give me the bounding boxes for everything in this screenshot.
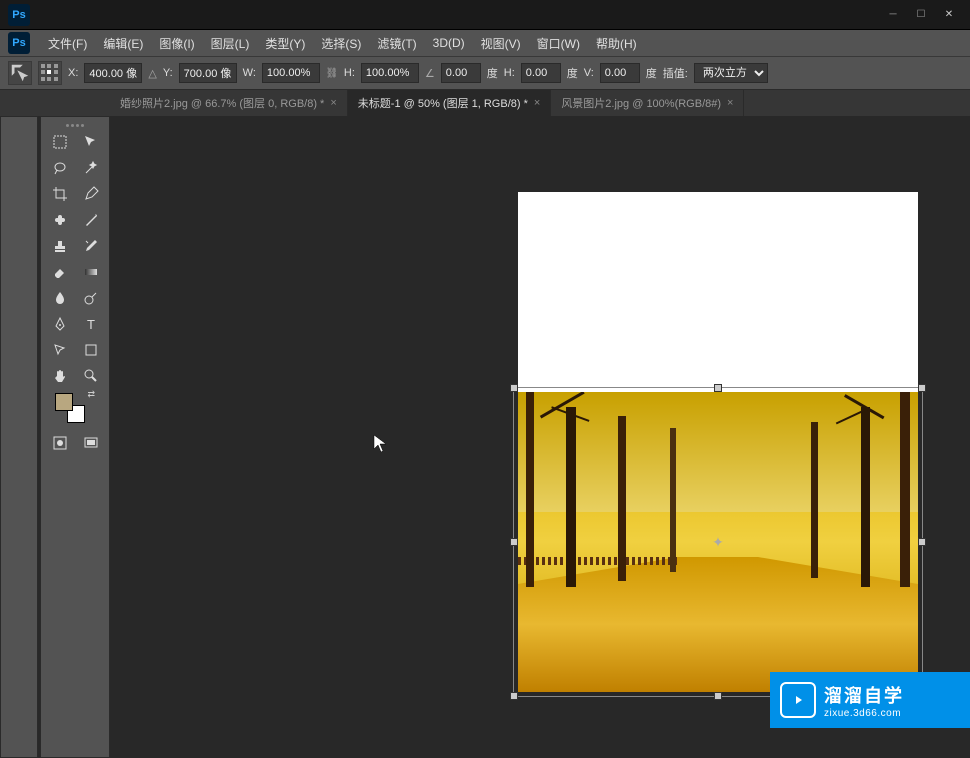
menu-3d[interactable]: 3D(D) — [425, 32, 473, 54]
menu-window[interactable]: 窗口(W) — [529, 31, 588, 56]
eraser-tool[interactable] — [45, 260, 74, 284]
stamp-tool[interactable] — [45, 234, 74, 258]
wand-tool[interactable] — [76, 156, 105, 180]
swap-colors-icon[interactable]: ⇄ — [87, 389, 95, 400]
foreground-swatch[interactable] — [55, 393, 73, 411]
h2-input[interactable] — [521, 63, 561, 83]
tab-label: 未标题-1 @ 50% (图层 1, RGB/8) * — [358, 95, 528, 111]
y-input[interactable] — [179, 63, 237, 83]
handle-bot-left[interactable] — [510, 692, 518, 700]
y-label: Y: — [163, 67, 173, 79]
tab-doc1[interactable]: 婚纱照片2.jpg @ 66.7% (图层 0, RGB/8) * × — [110, 90, 348, 116]
watermark: 溜溜自学 zixue.3d66.com — [770, 672, 970, 728]
gradient-tool[interactable] — [76, 260, 105, 284]
angle-unit: 度 — [487, 65, 498, 81]
interp-select[interactable]: 两次立方 — [694, 63, 768, 83]
cursor-icon — [373, 434, 389, 459]
panel-grip[interactable] — [45, 121, 105, 129]
maximize-button[interactable]: ☐ — [908, 6, 934, 24]
menu-image[interactable]: 图像(I) — [151, 31, 202, 56]
interp-label: 插值: — [663, 65, 688, 81]
minimize-button[interactable]: ─ — [880, 6, 906, 24]
ps-logo-menu: Ps — [8, 32, 30, 54]
history-brush-tool[interactable] — [76, 234, 105, 258]
link-icon[interactable]: ⛓ — [326, 65, 338, 81]
tool-panel: T ⇄ — [40, 116, 110, 758]
menu-filter[interactable]: 滤镜(T) — [369, 31, 424, 56]
transform-tool-icon[interactable] — [8, 61, 32, 85]
tab-label: 风景图片2.jpg @ 100%(RGB/8#) — [561, 95, 721, 111]
shape-tool[interactable] — [76, 338, 105, 362]
marquee-tool[interactable] — [45, 130, 74, 154]
watermark-title: 溜溜自学 — [824, 682, 904, 708]
x-input[interactable] — [84, 63, 142, 83]
handle-top-right[interactable] — [918, 384, 926, 392]
w-input[interactable] — [262, 63, 320, 83]
handle-top-left[interactable] — [510, 384, 518, 392]
menu-type[interactable]: 类型(Y) — [257, 31, 313, 56]
x-label: X: — [68, 67, 78, 79]
ps-logo: Ps — [8, 4, 30, 26]
blur-tool[interactable] — [45, 286, 74, 310]
screenmode-tool[interactable] — [76, 431, 105, 455]
color-swatches: ⇄ — [45, 389, 105, 425]
canvas-area[interactable]: ✦ — [110, 116, 970, 758]
menu-file[interactable]: 文件(F) — [40, 31, 95, 56]
w-label: W: — [243, 67, 256, 79]
watermark-url: zixue.3d66.com — [824, 708, 904, 719]
v-unit: 度 — [646, 65, 657, 81]
svg-text:T: T — [87, 317, 95, 332]
handle-mid-left[interactable] — [510, 538, 518, 546]
h2-label: H: — [504, 67, 515, 79]
h-input[interactable] — [361, 63, 419, 83]
eyedropper-tool[interactable] — [76, 182, 105, 206]
dodge-tool[interactable] — [76, 286, 105, 310]
close-button[interactable]: ✕ — [936, 6, 962, 24]
path-tool[interactable] — [45, 338, 74, 362]
tab-doc3[interactable]: 风景图片2.jpg @ 100%(RGB/8#) × — [551, 90, 744, 116]
tab-close-icon[interactable]: × — [330, 97, 336, 109]
hand-tool[interactable] — [45, 364, 74, 388]
tab-close-icon[interactable]: × — [727, 97, 733, 109]
move-tool[interactable] — [76, 130, 105, 154]
v-input[interactable] — [600, 63, 640, 83]
reference-point-grid[interactable] — [38, 61, 62, 85]
handle-mid-right[interactable] — [918, 538, 926, 546]
v-label: V: — [584, 67, 594, 79]
handle-bot-mid[interactable] — [714, 692, 722, 700]
menu-help[interactable]: 帮助(H) — [588, 31, 645, 56]
left-dock — [0, 116, 38, 758]
menu-select[interactable]: 选择(S) — [313, 31, 369, 56]
angle-icon: ∠ — [425, 67, 435, 80]
play-icon — [780, 682, 816, 718]
tab-label: 婚纱照片2.jpg @ 66.7% (图层 0, RGB/8) * — [120, 95, 324, 111]
menu-layer[interactable]: 图层(L) — [203, 31, 258, 56]
brush-tool[interactable] — [76, 208, 105, 232]
canvas-background — [518, 192, 918, 392]
tab-doc2[interactable]: 未标题-1 @ 50% (图层 1, RGB/8) * × — [348, 90, 552, 116]
options-bar: X: △ Y: W: ⛓ H: ∠ 度 H: 度 V: 度 插值: 两次立方 — [0, 56, 970, 90]
menu-bar: Ps 文件(F) 编辑(E) 图像(I) 图层(L) 类型(Y) 选择(S) 滤… — [0, 30, 970, 56]
h2-unit: 度 — [567, 65, 578, 81]
crop-tool[interactable] — [45, 182, 74, 206]
menu-view[interactable]: 视图(V) — [473, 31, 529, 56]
h-label: H: — [344, 67, 355, 79]
pen-tool[interactable] — [45, 312, 74, 336]
delta-icon[interactable]: △ — [148, 67, 156, 80]
healing-tool[interactable] — [45, 208, 74, 232]
document-tabs: 婚纱照片2.jpg @ 66.7% (图层 0, RGB/8) * × 未标题-1… — [0, 90, 970, 116]
tab-close-icon[interactable]: × — [534, 97, 540, 109]
type-tool[interactable]: T — [76, 312, 105, 336]
placed-image-layer[interactable] — [518, 392, 918, 692]
angle-input[interactable] — [441, 63, 481, 83]
menu-edit[interactable]: 编辑(E) — [95, 31, 151, 56]
lasso-tool[interactable] — [45, 156, 74, 180]
quickmask-tool[interactable] — [45, 431, 74, 455]
zoom-tool[interactable] — [76, 364, 105, 388]
